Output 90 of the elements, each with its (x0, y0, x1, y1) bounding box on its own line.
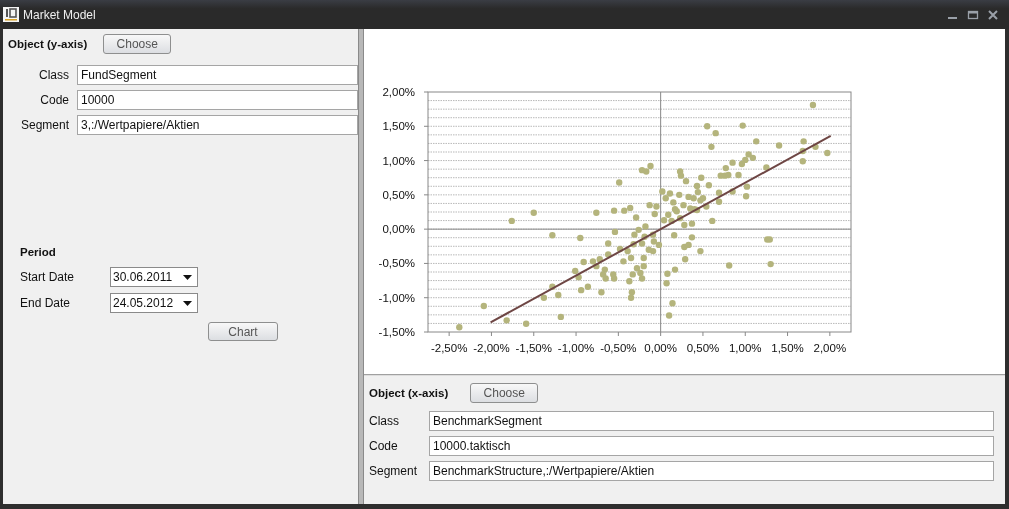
y-tick-label: 1,00% (382, 154, 415, 167)
data-point (632, 214, 640, 221)
x-tick-label: 0,00% (644, 342, 677, 354)
data-point (729, 188, 736, 195)
data-point (456, 324, 463, 331)
data-point (775, 142, 783, 149)
data-point (812, 143, 819, 151)
choose-button[interactable]: Choose (470, 383, 539, 403)
y-tick-label: 0,50% (382, 188, 415, 201)
section-heading: Object (x-axis) (369, 387, 449, 399)
field-label: Start Date (20, 270, 76, 284)
data-point (549, 232, 556, 239)
data-point (763, 164, 770, 171)
x-tick-label: -1,50% (515, 342, 552, 354)
x-tick-label: 1,00% (728, 342, 762, 354)
data-point (605, 240, 612, 247)
y-tick-label: 2,00% (382, 86, 415, 98)
data-point (715, 189, 723, 196)
close-icon[interactable] (987, 8, 999, 21)
field-label: Code (369, 439, 399, 453)
section-heading: Period (20, 246, 57, 258)
x-tick-label: -1,00% (557, 342, 595, 354)
data-point (743, 183, 751, 190)
data-point (480, 302, 488, 310)
data-point (540, 294, 548, 301)
text-field[interactable]: FundSegment (77, 65, 358, 85)
field-label: Segment (369, 464, 419, 478)
data-point (593, 209, 600, 216)
window-title: Market Model (23, 7, 96, 22)
section-heading: Object (y-axis) (8, 38, 88, 50)
field-label: Code (39, 93, 69, 107)
x-tick-label: 2,00% (813, 342, 847, 354)
data-point (767, 260, 774, 268)
data-point (735, 171, 742, 179)
dropdown-arrow-icon (183, 274, 192, 280)
x-tick-label: -2,00% (473, 342, 510, 354)
field-label: End Date (20, 296, 72, 310)
field-label: Class (369, 414, 400, 428)
x-tick-label: 1,50% (771, 342, 804, 354)
dropdown-arrow-icon (183, 300, 192, 306)
data-point (739, 122, 746, 129)
text-field[interactable]: 3,:/Wertpapiere/Aktien (77, 115, 358, 135)
data-point (610, 207, 618, 214)
y-tick-label: -1,00% (378, 291, 415, 304)
data-point (753, 138, 760, 145)
x-tick-label: -0,50% (600, 342, 637, 354)
data-point (799, 158, 806, 165)
data-point (799, 147, 806, 155)
data-point (530, 209, 537, 216)
y-tick-label: -1,50% (378, 326, 415, 338)
data-point (598, 289, 605, 296)
data-point (697, 247, 704, 255)
data-point (824, 149, 831, 157)
x-tick-label: -2,50% (430, 342, 468, 354)
y-tick-label: 1,50% (382, 120, 415, 133)
data-point (715, 198, 723, 205)
data-point (682, 256, 689, 263)
y-tick-label: -0,50% (378, 257, 415, 270)
field-label: Segment (19, 118, 69, 132)
data-point (669, 300, 676, 307)
app-icon (3, 7, 19, 22)
data-point (557, 313, 564, 321)
data-point (663, 280, 670, 287)
data-point (508, 217, 515, 225)
data-point (503, 317, 510, 324)
choose-button[interactable]: Choose (103, 34, 172, 54)
text-field[interactable]: 10000.taktisch (429, 436, 994, 456)
data-point (611, 228, 619, 236)
y-tick-label: 0,00% (382, 223, 415, 236)
data-point (800, 138, 807, 145)
chart-button[interactable]: Chart (208, 322, 278, 341)
data-point (742, 193, 750, 200)
data-point (577, 234, 584, 242)
data-point (708, 143, 715, 151)
text-field[interactable]: BenchmarkSegment (429, 411, 994, 431)
maximize-icon[interactable] (967, 8, 979, 21)
field-label: Class (38, 68, 69, 82)
data-point (709, 217, 716, 225)
data-point (665, 312, 673, 319)
date-dropdown[interactable]: 24.05.2012 (110, 293, 198, 313)
date-dropdown[interactable]: 30.06.2011 (110, 267, 198, 287)
data-point (616, 179, 623, 186)
data-point (726, 262, 733, 269)
data-point (809, 101, 817, 109)
data-point (671, 232, 678, 239)
x-tick-label: 0,50% (686, 342, 720, 354)
data-point (605, 251, 612, 258)
text-field[interactable]: BenchmarkStructure,:/Wertpapiere/Aktien (429, 461, 994, 481)
data-point (522, 320, 530, 327)
text-field[interactable]: 10000 (77, 90, 358, 110)
